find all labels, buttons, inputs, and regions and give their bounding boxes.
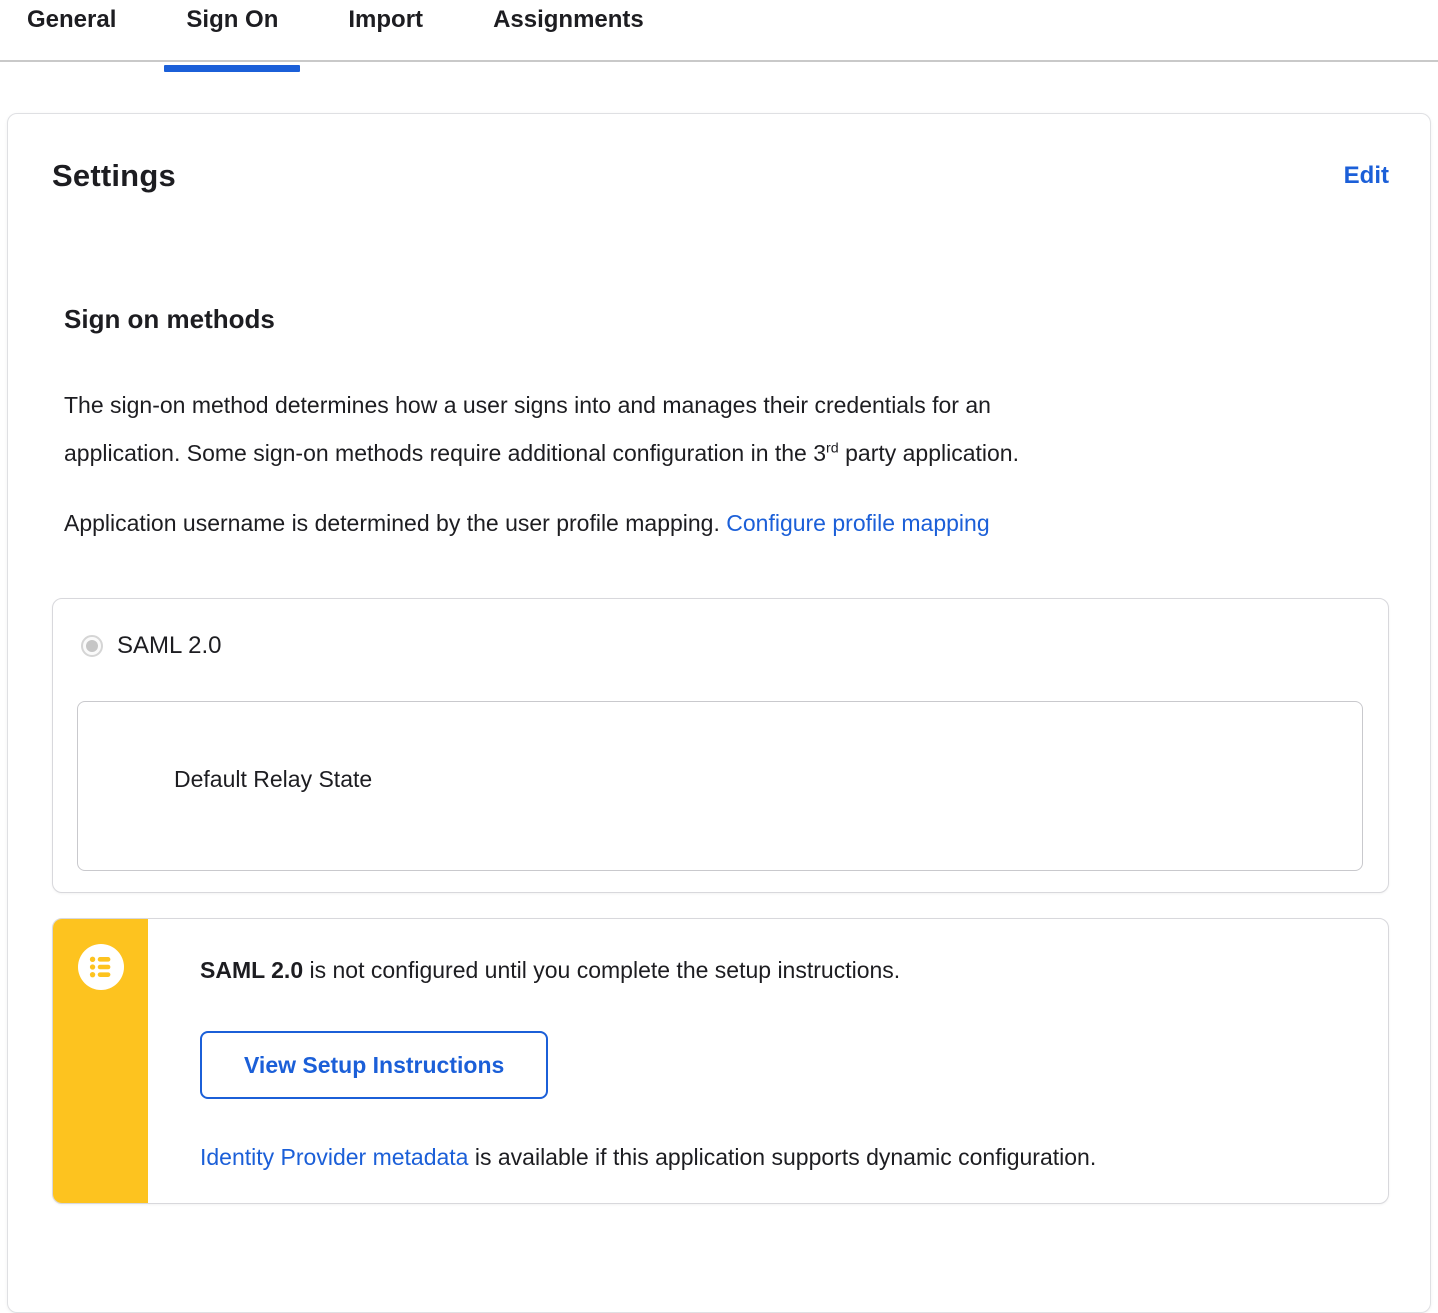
tab-assignments[interactable]: Assignments: [493, 6, 644, 62]
metadata-message: Identity Provider metadata is available …: [200, 1143, 1348, 1171]
radio-dot: [86, 640, 98, 652]
tab-sign-on[interactable]: Sign On: [164, 6, 301, 72]
saml-method-box: SAML 2.0 Default Relay State: [52, 598, 1389, 893]
tab-import[interactable]: Import: [348, 6, 423, 62]
setup-instructions-callout: SAML 2.0 is not configured until you com…: [52, 918, 1389, 1204]
edit-button[interactable]: Edit: [1344, 162, 1389, 190]
default-relay-state-box: Default Relay State: [77, 701, 1363, 871]
saml-radio-button[interactable]: [81, 635, 103, 657]
view-setup-instructions-button[interactable]: View Setup Instructions: [200, 1031, 549, 1099]
callout-message-text: is not configured until you complete the…: [303, 957, 901, 983]
identity-provider-metadata-link[interactable]: Identity Provider metadata: [200, 1144, 468, 1170]
tab-bar: General Sign On Import Assignments: [0, 0, 1438, 72]
description-line-2: application. Some sign-on methods requir…: [64, 440, 827, 466]
sign-on-methods-heading: Sign on methods: [64, 304, 275, 334]
saml-radio-row: SAML 2.0: [53, 599, 1388, 660]
callout-message-bold: SAML 2.0: [200, 957, 304, 983]
default-relay-state-label: Default Relay State: [174, 766, 373, 792]
sign-on-description: The sign-on method determines how a user…: [64, 381, 1324, 477]
settings-card-header: Settings Edit: [52, 158, 1389, 194]
description-line-2-end: party application.: [838, 440, 1019, 466]
page-title: Settings: [52, 158, 176, 193]
callout-warning-strip: [53, 919, 148, 1203]
tab-general[interactable]: General: [27, 6, 116, 62]
ordinal-superscript: rd: [826, 440, 839, 457]
username-description-text: Application username is determined by th…: [64, 510, 727, 536]
callout-message: SAML 2.0 is not configured until you com…: [200, 956, 1348, 984]
description-line-1: The sign-on method determines how a user…: [64, 392, 991, 418]
list-icon: [77, 944, 124, 990]
settings-card: Settings Edit Sign on methods The sign-o…: [7, 113, 1431, 1313]
username-description: Application username is determined by th…: [64, 499, 1324, 547]
configure-profile-mapping-link[interactable]: Configure profile mapping: [726, 510, 989, 536]
metadata-message-text: is available if this application support…: [468, 1144, 1097, 1170]
saml-radio-label: SAML 2.0: [117, 632, 222, 659]
callout-body: SAML 2.0 is not configured until you com…: [148, 919, 1388, 1203]
